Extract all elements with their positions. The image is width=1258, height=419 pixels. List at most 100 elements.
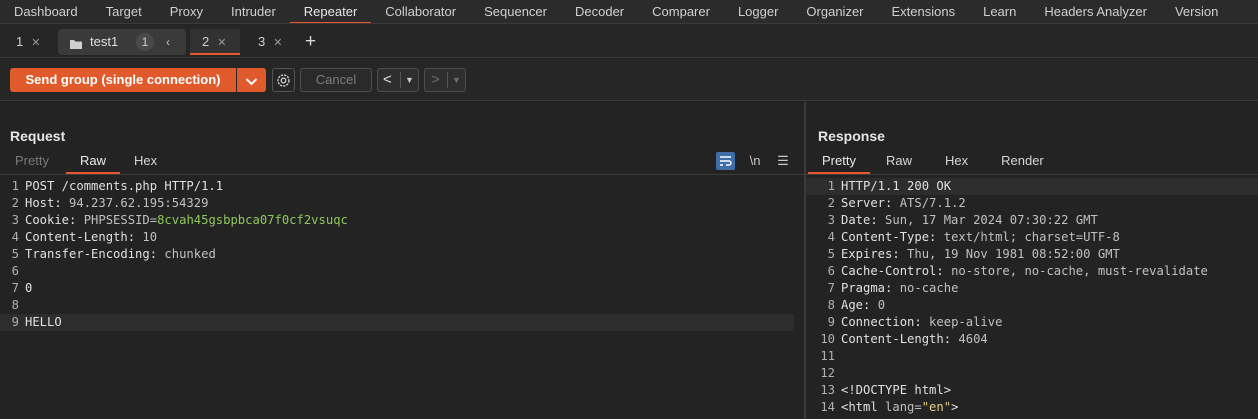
html-tag: <html [841, 400, 878, 414]
code-line: 11 [806, 348, 1258, 365]
line-number: 8 [827, 298, 835, 312]
add-tab-button[interactable]: + [305, 29, 316, 55]
request-editor[interactable]: 1 POST /comments.php HTTP/1.1 2 Host: 94.23… [0, 178, 794, 331]
nav-item-headers-analyzer[interactable]: Headers Analyzer [1030, 0, 1161, 23]
settings-button[interactable] [272, 68, 295, 92]
header-value: 94.237.62.195:54329 [61, 196, 209, 210]
close-icon[interactable]: ✕ [273, 37, 282, 49]
nav-item-intruder[interactable]: Intruder [217, 0, 290, 23]
request-view-tabs: Pretty Raw Hex [0, 150, 171, 174]
gear-icon [275, 72, 292, 92]
nav-item-organizer[interactable]: Organizer [792, 0, 877, 23]
header-value: PHPSESSID= [76, 213, 158, 227]
line-number: 7 [11, 281, 19, 295]
code-line: 6 Cache-Control: no-store, no-cache, must… [806, 263, 1258, 280]
close-icon[interactable]: ✕ [31, 37, 40, 49]
chevron-down-icon [245, 75, 258, 90]
history-forward-button[interactable]: > ▼ [424, 68, 466, 92]
nav-item-logger[interactable]: Logger [724, 0, 792, 23]
menu-icon[interactable]: ☰ [775, 152, 791, 170]
line-number: 3 [11, 213, 19, 227]
cookie-value: 8cvah45gsbpbca07f0cf2vsuqc [157, 213, 348, 227]
tab-2[interactable]: 2 ✕ [190, 29, 240, 55]
nav-item-decoder[interactable]: Decoder [561, 0, 638, 23]
nav-item-sequencer[interactable]: Sequencer [470, 0, 561, 23]
send-group-button[interactable]: Send group (single connection) [10, 68, 236, 92]
line-number: 1 [827, 179, 835, 193]
response-pane: Response Pretty Raw Hex Render 1 HTTP/1.1… [806, 102, 1258, 419]
header-name: Pragma: [841, 281, 893, 295]
code-line: 14 <html lang="en"> [806, 399, 1258, 416]
tab-render[interactable]: Render [985, 150, 1060, 174]
line-number: 10 [820, 332, 835, 346]
top-nav: Dashboard Target Proxy Intruder Repeater Coll… [0, 0, 1258, 24]
line-number: 6 [11, 264, 19, 278]
code-line: 8 Age: 0 [806, 297, 1258, 314]
nav-item-target[interactable]: Target [92, 0, 156, 23]
line-number: 4 [827, 230, 835, 244]
line-number: 5 [11, 247, 19, 261]
dropdown-icon: ▼ [447, 72, 461, 88]
header-value: chunked [157, 247, 216, 261]
nav-item-version[interactable]: Version [1161, 0, 1232, 23]
header-name: Cache-Control: [841, 264, 944, 278]
close-icon[interactable]: ✕ [217, 37, 226, 49]
header-name: Cookie: [25, 213, 77, 227]
header-value: Thu, 19 Nov 1981 08:52:00 GMT [899, 247, 1120, 261]
nav-item-proxy[interactable]: Proxy [156, 0, 217, 23]
tab-hex[interactable]: Hex [928, 150, 985, 174]
chevron-right-icon: > [431, 71, 440, 88]
code-line: 1 POST /comments.php HTTP/1.1 [0, 178, 794, 195]
line-number: 2 [827, 196, 835, 210]
line-number: 3 [827, 213, 835, 227]
header-value: no-store, no-cache, must-revalidate [943, 264, 1208, 278]
tab-1[interactable]: 1 ✕ [16, 29, 40, 55]
history-back-button[interactable]: < ▼ [377, 68, 419, 92]
nav-item-dashboard[interactable]: Dashboard [0, 0, 92, 23]
header-value: 10 [135, 230, 158, 244]
collapse-chevron-icon[interactable]: ‹ [166, 29, 170, 55]
tab-raw[interactable]: Raw [65, 150, 120, 174]
header-name: Connection: [841, 315, 922, 329]
header-value: no-cache [892, 281, 959, 295]
repeater-tabs: 1 ✕ test1 1 ‹ 2 ✕ 3 ✕ + [0, 25, 1258, 58]
code-line: 8 [0, 297, 794, 314]
show-newlines-icon[interactable]: \n [746, 152, 764, 170]
code-line: 4 Content-Type: text/html; charset=UTF-8 [806, 229, 1258, 246]
line-text: POST /comments.php HTTP/1.1 [25, 179, 224, 193]
header-name: Transfer-Encoding: [25, 247, 158, 261]
line-text: HELLO [25, 315, 62, 329]
line-text: <!DOCTYPE html> [841, 383, 952, 397]
line-number: 4 [11, 230, 19, 244]
line-number: 12 [820, 366, 835, 380]
response-title: Response [818, 128, 885, 144]
header-name: Content-Length: [841, 332, 952, 346]
nav-item-extensions[interactable]: Extensions [878, 0, 970, 23]
word-wrap-icon[interactable] [716, 152, 735, 170]
nav-item-collaborator[interactable]: Collaborator [371, 0, 470, 23]
repeater-toolbar: Send group (single connection) Cancel < … [0, 59, 1258, 101]
tab-raw[interactable]: Raw [870, 150, 928, 174]
cancel-button[interactable]: Cancel [300, 68, 372, 92]
nav-item-repeater[interactable]: Repeater [289, 0, 372, 23]
line-number: 9 [11, 315, 19, 329]
header-name: Host: [25, 196, 62, 210]
nav-item-comparer[interactable]: Comparer [638, 0, 724, 23]
chevron-left-icon: < [383, 71, 392, 88]
tab-pretty[interactable]: Pretty [808, 150, 870, 174]
tab-3[interactable]: 3 ✕ [258, 29, 282, 55]
line-number: 1 [11, 179, 19, 193]
tab-group-test1[interactable]: test1 1 ‹ [58, 29, 186, 55]
send-options-dropdown[interactable] [237, 68, 266, 92]
nav-item-learn[interactable]: Learn [969, 0, 1030, 23]
code-line: 5 Expires: Thu, 19 Nov 1981 08:52:00 GMT [806, 246, 1258, 263]
line-number: 11 [820, 349, 835, 363]
tab-hex[interactable]: Hex [120, 150, 171, 174]
response-editor[interactable]: 1 HTTP/1.1 200 OK 2 Server: ATS/7.1.2 3 Date:… [806, 178, 1258, 416]
folder-icon [70, 37, 82, 49]
line-number: 7 [827, 281, 835, 295]
tab-pretty[interactable]: Pretty [0, 150, 66, 174]
code-line: 3 Cookie: PHPSESSID=8cvah45gsbpbca07f0cf2… [0, 212, 794, 229]
header-value: keep-alive [921, 315, 1003, 329]
html-attr-value: "en" [921, 400, 952, 414]
